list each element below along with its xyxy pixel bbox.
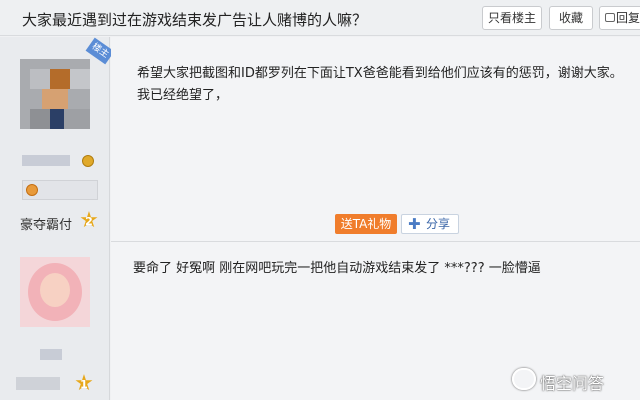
username-blurred[interactable]: [40, 349, 62, 360]
post-content: 希望大家把截图和ID都罗列在下面让TX爸爸能看到给他们应该有的惩罚，谢谢大家。我…: [137, 66, 623, 103]
reply-icon: [605, 13, 615, 22]
share-label: 分享: [426, 217, 451, 231]
favorite-button[interactable]: 收藏: [549, 6, 593, 30]
user-rank: 豪夺霸付 ★ 2: [0, 209, 110, 235]
share-button[interactable]: ✚ 分享: [401, 214, 459, 234]
avatar[interactable]: [20, 59, 90, 129]
post-content: 要命了 好冤啊 刚在网吧玩完一把他自动游戏结束发了 ***??? 一脸懵逼: [133, 261, 541, 276]
medal-icon: [26, 184, 38, 196]
user-rank: ★ 1: [0, 372, 110, 398]
medal-box: [22, 180, 98, 200]
rank-label: 豪夺霸付: [20, 218, 73, 233]
rank-level: 1: [80, 378, 88, 391]
thread-header: 大家最近遇到过在游戏结束发广告让人赌博的人嘛？ 只看楼主 收藏 回复: [0, 0, 640, 36]
rank-level: 2: [85, 215, 93, 228]
reply-button-label: 回复: [616, 11, 640, 25]
thread-title: 大家最近遇到过在游戏结束发广告让人赌博的人嘛？: [22, 11, 368, 29]
user-sidebar: 楼主 豪夺霸付 ★ 2 ★ 1: [0, 37, 115, 400]
post: 希望大家把截图和ID都罗列在下面让TX爸爸能看到给他们应该有的惩罚，谢谢大家。我…: [111, 37, 640, 241]
only-op-button[interactable]: 只看楼主: [482, 6, 542, 30]
send-gift-button[interactable]: 送TA礼物: [335, 214, 397, 234]
watermark-text: 悟空问答: [540, 374, 605, 393]
level-coin-icon: [82, 155, 94, 167]
reply-button[interactable]: 回复: [599, 6, 640, 30]
wukong-logo-icon: [512, 368, 536, 390]
username-blurred[interactable]: [22, 155, 70, 166]
avatar[interactable]: [20, 257, 90, 327]
plus-icon: ✚: [408, 215, 421, 233]
